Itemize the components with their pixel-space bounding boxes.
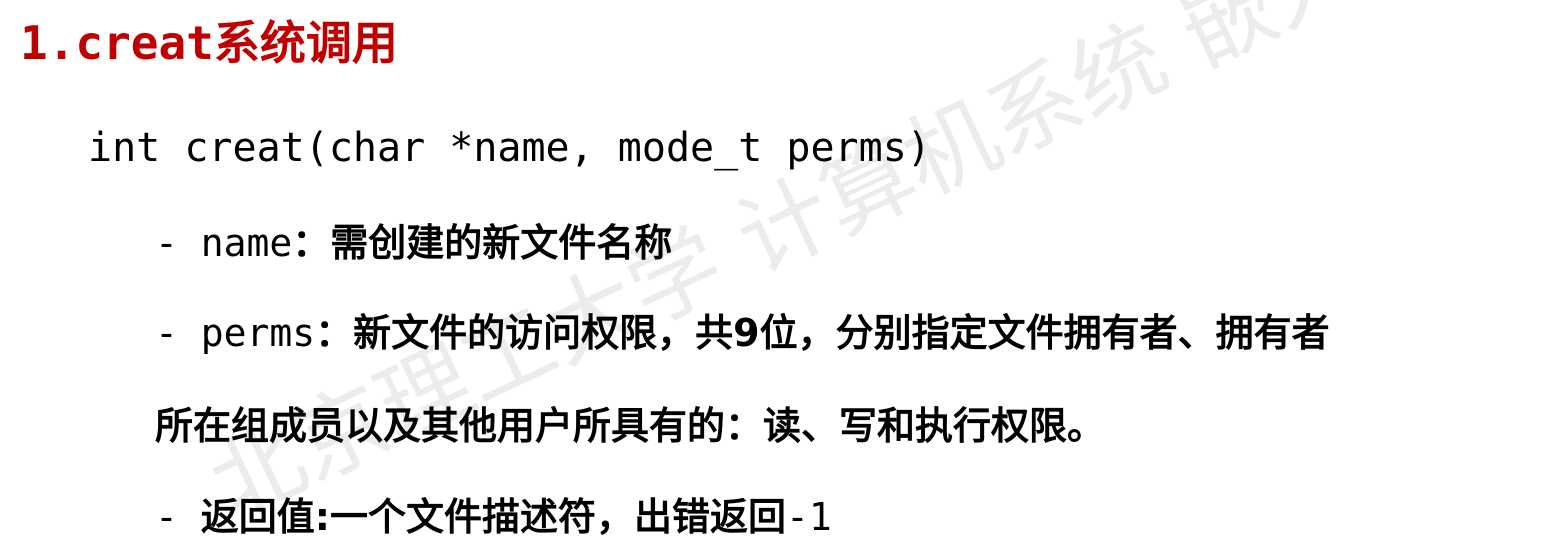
param-perms-continuation: 所在组成员以及其他用户所具有的：读、写和执行权限。	[155, 398, 1105, 454]
param-name-description: ：需创建的新文件名称	[292, 221, 673, 265]
return-value-description: 返回值:一个文件描述符，出错返回	[200, 495, 786, 539]
param-perms-description: ：新文件的访问权限，共9位，分别指定文件拥有者、拥有者	[315, 311, 1330, 355]
watermark: 北京理工大学 计算机系统 嵌入	[194, 0, 1376, 540]
param-perms-continuation-text: 所在组成员以及其他用户所具有的：读、写和执行权限。	[155, 404, 1106, 448]
slide-title: 1.creat系统调用	[20, 12, 398, 74]
title-prefix: 1.creat	[20, 16, 214, 70]
return-dash: -	[155, 495, 201, 539]
param-name-line: - name：需创建的新文件名称	[155, 215, 672, 271]
param-perms-label: - perms	[155, 311, 316, 355]
title-suffix: 系统调用	[213, 16, 398, 70]
param-name-label: - name	[155, 221, 293, 265]
return-value-number: -1	[785, 495, 832, 539]
param-perms-line: - perms：新文件的访问权限，共9位，分别指定文件拥有者、拥有者	[155, 305, 1330, 361]
function-signature: int creat(char *name, mode_t perms)	[88, 125, 931, 171]
return-value-line: - 返回值:一个文件描述符，出错返回-1	[155, 489, 832, 545]
